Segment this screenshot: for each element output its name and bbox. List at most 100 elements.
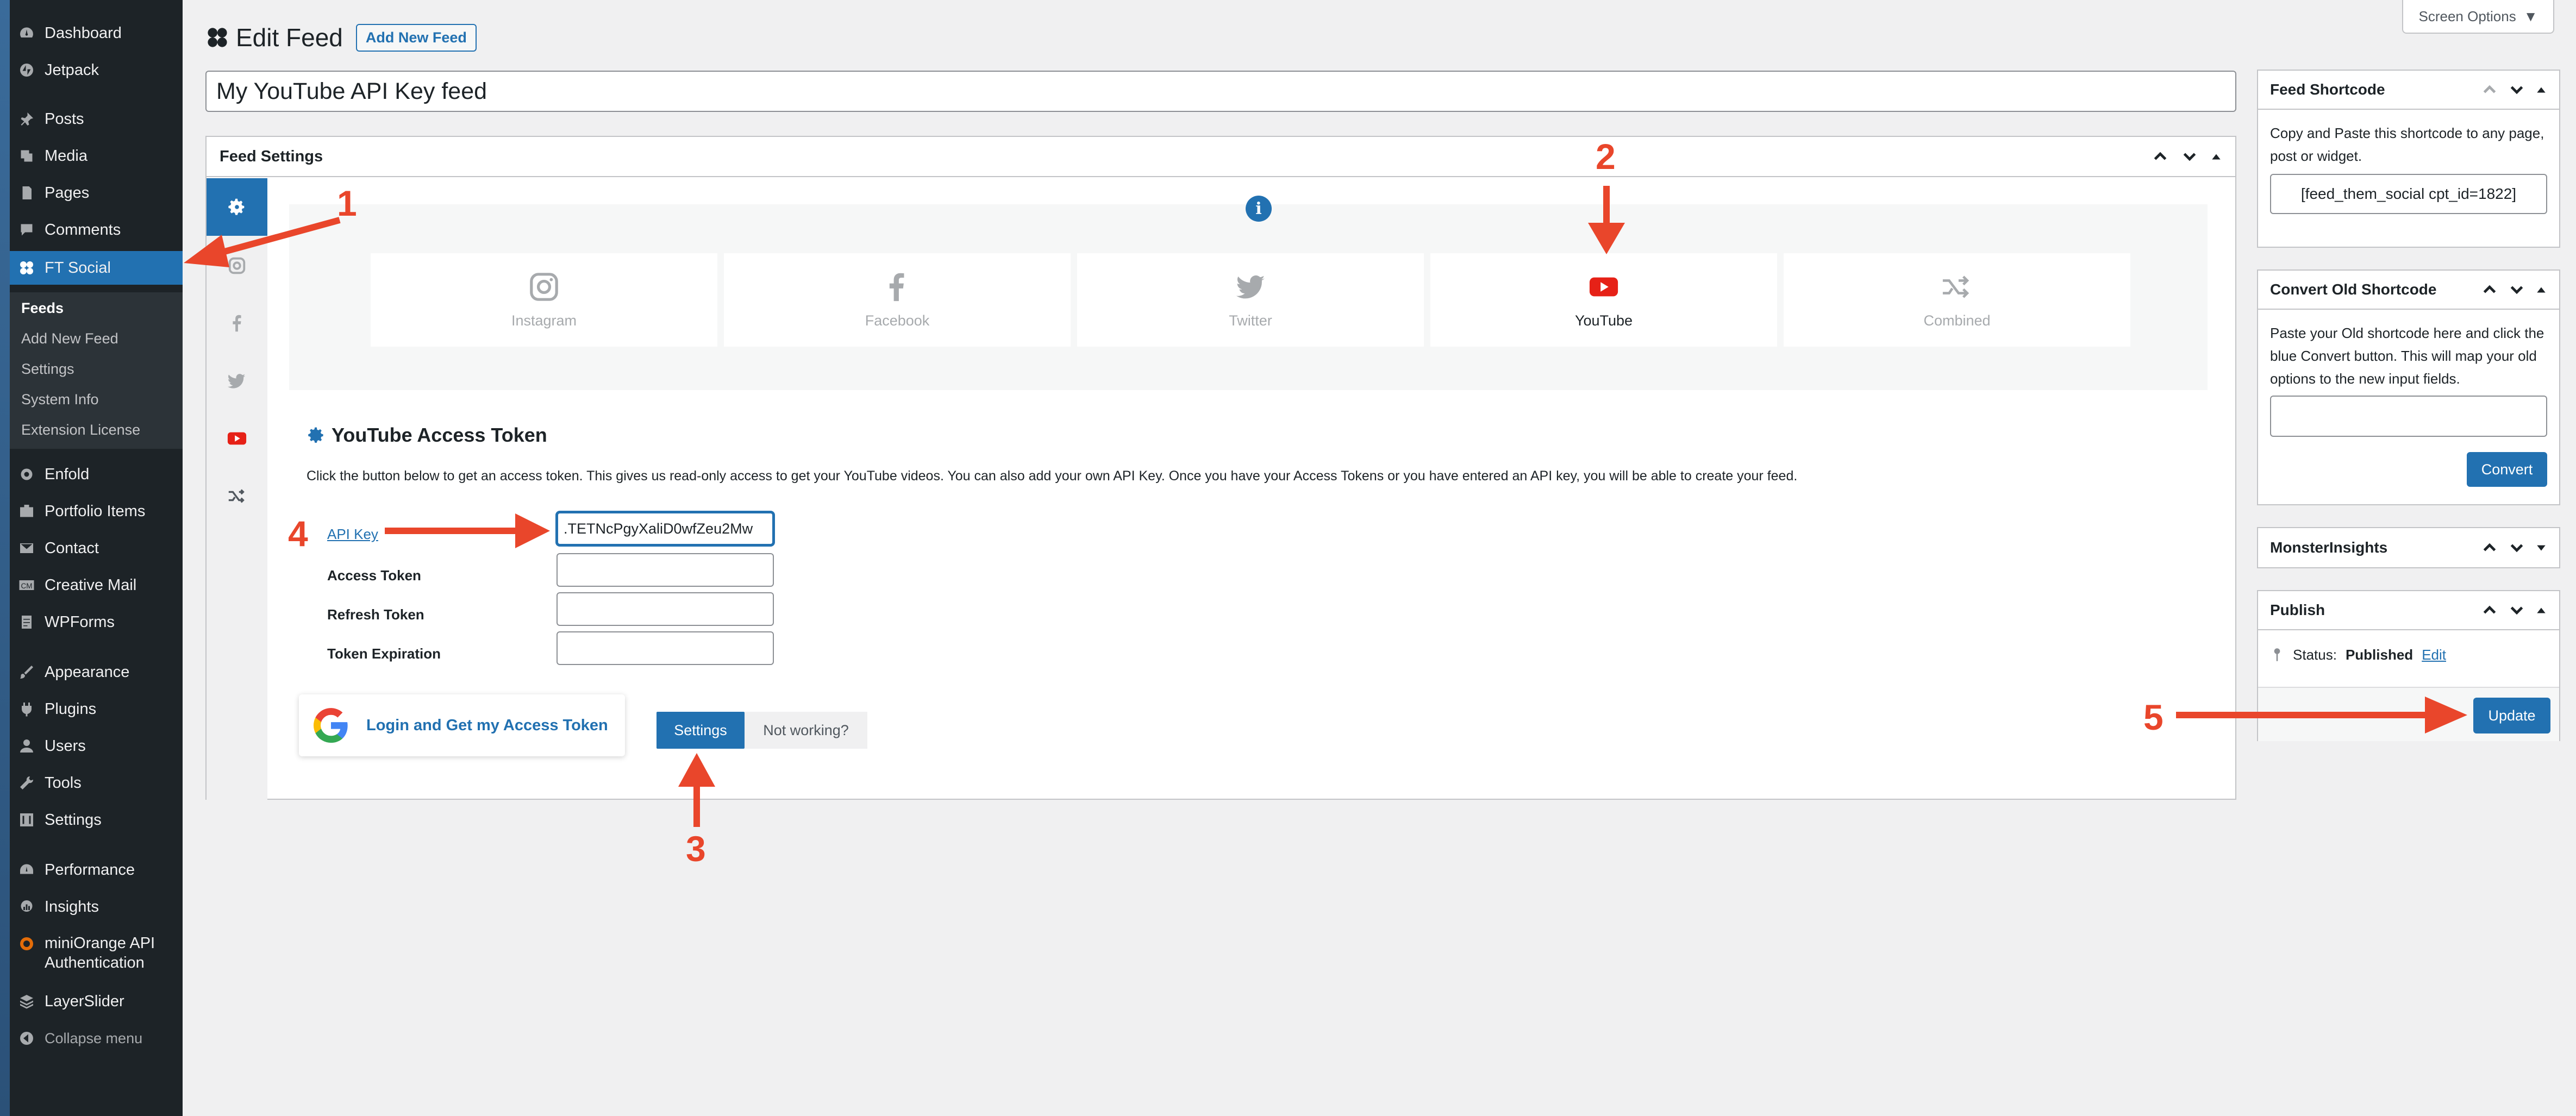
toggle-panel-icon[interactable] xyxy=(2535,604,2547,616)
toggle-panel-icon[interactable] xyxy=(2535,542,2547,554)
tab-youtube[interactable] xyxy=(207,410,267,467)
submenu-settings[interactable]: Settings xyxy=(21,361,74,378)
sidebar-item-label: Enfold xyxy=(45,465,90,483)
tab-facebook[interactable] xyxy=(207,294,267,352)
toggle-panel-icon[interactable] xyxy=(2210,151,2222,162)
svg-text:CM: CM xyxy=(21,582,33,590)
sidebar-item-performance[interactable]: Performance xyxy=(10,853,183,887)
chevron-down-icon[interactable] xyxy=(2508,281,2525,298)
post-title-input[interactable]: My YouTube API Key feed xyxy=(205,71,2236,112)
chevron-up-icon[interactable] xyxy=(2481,601,2498,619)
convert-button[interactable]: Convert xyxy=(2467,452,2547,487)
dashboard-icon xyxy=(18,25,35,41)
sidebar-item-tools[interactable]: Tools xyxy=(10,766,183,800)
feed-type-youtube[interactable]: YouTube xyxy=(1430,253,1777,347)
sidebar-item-creative-mail[interactable]: CM Creative Mail xyxy=(10,568,183,602)
sidebar-item-jetpack[interactable]: Jetpack xyxy=(10,53,183,87)
sidebar-item-plugins[interactable]: Plugins xyxy=(10,692,183,726)
submenu-add-new-feed[interactable]: Add New Feed xyxy=(21,330,118,347)
update-button[interactable]: Update xyxy=(2473,698,2550,733)
feed-type-twitter[interactable]: Twitter xyxy=(1077,253,1424,347)
brush-icon xyxy=(18,664,35,680)
tab-general-settings[interactable] xyxy=(207,178,267,236)
section-description: Click the button below to get an access … xyxy=(307,468,1798,484)
tab-combined[interactable] xyxy=(207,467,267,525)
sidebar-item-dashboard[interactable]: Dashboard xyxy=(10,16,183,50)
wrench-icon xyxy=(18,775,35,791)
access-token-input[interactable] xyxy=(557,553,774,587)
sidebar-item-label: Tools xyxy=(45,774,82,792)
chevron-up-icon[interactable] xyxy=(2481,81,2498,98)
feed-type-instagram[interactable]: Instagram xyxy=(371,253,717,347)
feed-type-label: Facebook xyxy=(865,312,930,329)
submenu-feeds[interactable]: Feeds xyxy=(21,300,64,317)
monsterinsights-header[interactable]: MonsterInsights xyxy=(2258,528,2559,567)
toggle-panel-icon[interactable] xyxy=(2535,284,2547,296)
sidebar-item-label: Appearance xyxy=(45,663,130,681)
old-shortcode-input[interactable] xyxy=(2270,396,2547,437)
sidebar-item-ft-social[interactable]: FT Social xyxy=(10,251,183,285)
submenu-extension-license[interactable]: Extension License xyxy=(21,422,140,438)
chevron-up-icon[interactable] xyxy=(2481,539,2498,556)
sidebar-item-label: WPForms xyxy=(45,613,115,631)
sidebar-item-comments[interactable]: Comments xyxy=(10,213,183,247)
sidebar-item-wpforms[interactable]: WPForms xyxy=(10,605,183,639)
tab-instagram[interactable] xyxy=(207,237,267,294)
sidebar-item-label: Insights xyxy=(45,898,99,916)
sidebar-item-enfold[interactable]: Enfold xyxy=(10,457,183,491)
sidebar-item-pages[interactable]: Pages xyxy=(10,176,183,210)
chevron-down-icon[interactable] xyxy=(2181,148,2198,165)
sidebar-item-miniorange[interactable]: miniOrange API Authentication xyxy=(10,933,183,977)
api-key-input[interactable]: .TETNcPgyXaliD0wfZeu2Mw xyxy=(557,512,774,546)
sidebar-item-posts[interactable]: Posts xyxy=(10,102,183,136)
add-new-feed-button[interactable]: Add New Feed xyxy=(355,23,477,52)
sidebar-item-users[interactable]: Users xyxy=(10,729,183,763)
chevron-down-icon[interactable] xyxy=(2508,539,2525,556)
annotation-number-5: 5 xyxy=(2143,697,2164,737)
tab-twitter[interactable] xyxy=(207,352,267,410)
not-working-button[interactable]: Not working? xyxy=(745,712,867,749)
settings-button[interactable]: Settings xyxy=(656,712,745,749)
edit-status-link[interactable]: Edit xyxy=(2422,643,2446,666)
sidebar-item-label: Users xyxy=(45,737,86,755)
sidebar-item-insights[interactable]: Insights xyxy=(10,890,183,924)
sidebar-item-layerslider[interactable]: LayerSlider xyxy=(10,985,183,1018)
chevron-up-icon[interactable] xyxy=(2481,281,2498,298)
token-expiration-input[interactable] xyxy=(557,631,774,665)
shortcode-input[interactable]: [feed_them_social cpt_id=1822] xyxy=(2270,174,2547,214)
sidebar-item-media[interactable]: Media xyxy=(10,139,183,173)
feed-type-label: Twitter xyxy=(1229,312,1272,329)
screen-options-button[interactable]: Screen Options ▼ xyxy=(2402,0,2554,34)
comment-icon xyxy=(18,222,35,238)
chevron-down-icon[interactable] xyxy=(2508,81,2525,98)
sidebar-item-contact[interactable]: Contact xyxy=(10,531,183,565)
sidebar-item-label: FT Social xyxy=(45,259,111,277)
sidebar-item-label: LayerSlider xyxy=(45,992,124,1010)
collapse-icon xyxy=(18,1030,35,1046)
submenu-system-info[interactable]: System Info xyxy=(21,391,99,408)
sidebar-item-settings[interactable]: Settings xyxy=(10,803,183,837)
settings-tabs xyxy=(207,178,267,800)
info-icon[interactable]: i xyxy=(1246,196,1272,222)
forms-icon xyxy=(18,614,35,630)
sidebar-item-portfolio[interactable]: Portfolio Items xyxy=(10,494,183,528)
status-label: Status: xyxy=(2293,647,2337,663)
sidebar-item-label: Creative Mail xyxy=(45,576,137,594)
toggle-panel-icon[interactable] xyxy=(2535,84,2547,96)
api-key-link[interactable]: API Key xyxy=(327,526,378,543)
google-login-button[interactable]: Login and Get my Access Token xyxy=(299,694,625,756)
collapse-menu-button[interactable]: Collapse menu xyxy=(10,1021,183,1055)
monsterinsights-box: MonsterInsights xyxy=(2257,527,2560,568)
page-header: Edit Feed Add New Feed xyxy=(205,23,477,52)
pin-icon xyxy=(18,111,35,127)
feed-type-facebook[interactable]: Facebook xyxy=(724,253,1071,347)
access-token-label: Access Token xyxy=(327,567,421,584)
feed-type-combined[interactable]: Combined xyxy=(1784,253,2130,347)
refresh-token-input[interactable] xyxy=(557,592,774,626)
pin-icon xyxy=(2274,648,2280,661)
chevron-down-icon[interactable] xyxy=(2508,601,2525,619)
sidebar-item-appearance[interactable]: Appearance xyxy=(10,655,183,689)
feed-type-selector: i Instagram Facebook Twitter YouTube Com… xyxy=(289,196,2208,390)
feed-type-label: Combined xyxy=(1923,312,1991,329)
chevron-up-icon[interactable] xyxy=(2152,148,2169,165)
